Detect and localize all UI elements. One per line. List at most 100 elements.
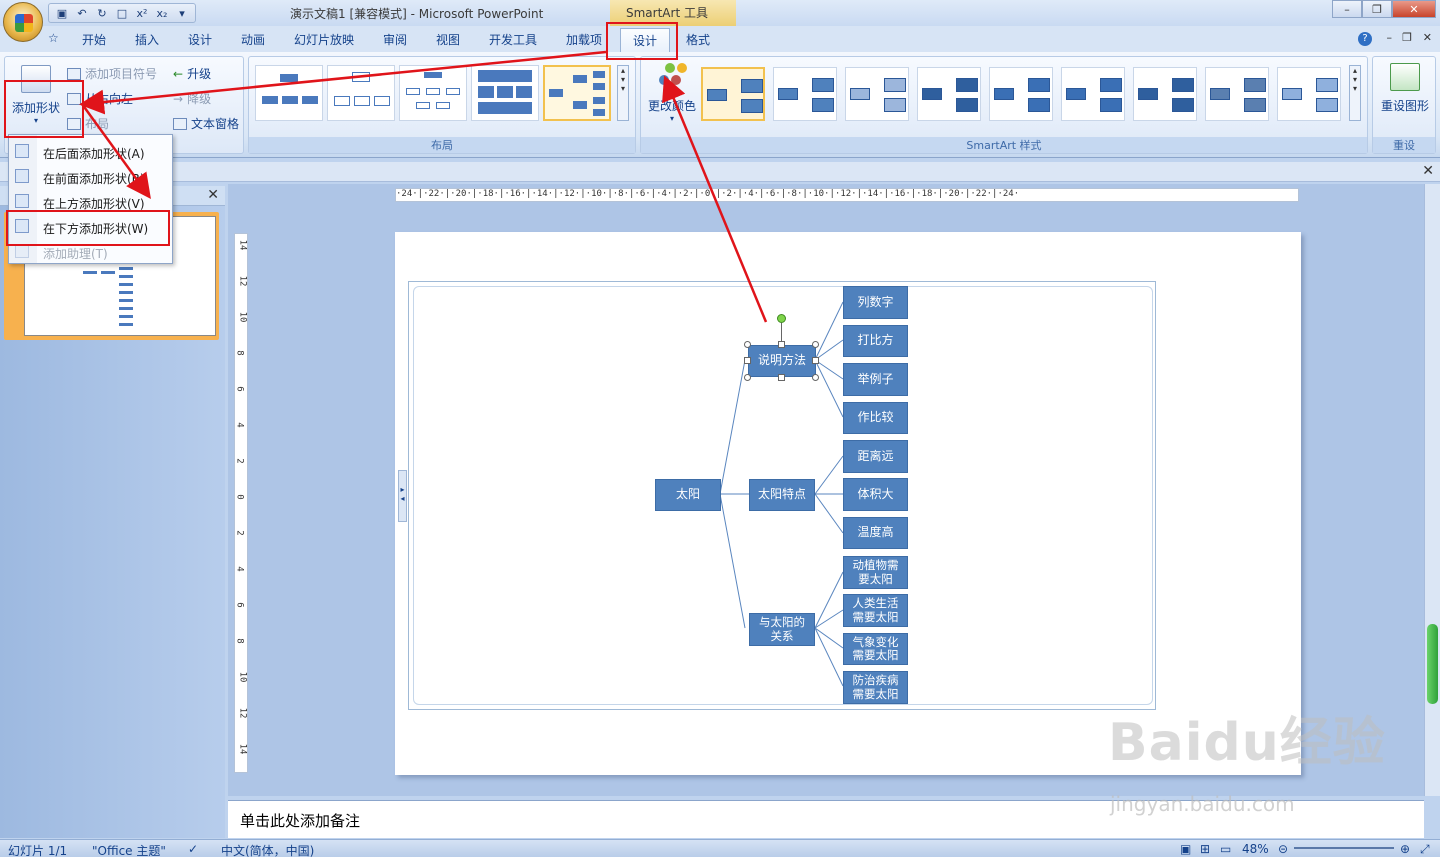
style-option[interactable] bbox=[845, 67, 909, 121]
resize-handle[interactable] bbox=[812, 374, 819, 381]
node-leaf[interactable]: 列数字 bbox=[843, 286, 908, 319]
resize-handle[interactable] bbox=[744, 357, 751, 364]
slide-sorter-icon[interactable]: ⊞ bbox=[1200, 842, 1210, 856]
tab-smartart-format[interactable]: 格式 bbox=[686, 31, 710, 48]
ruler-v-label: 14 bbox=[237, 743, 248, 755]
normal-view-icon[interactable]: ▣ bbox=[1180, 842, 1191, 856]
node-leaf[interactable]: 动植物需要太阳 bbox=[843, 556, 908, 589]
zoom-out-icon[interactable]: ⊝ bbox=[1278, 842, 1288, 856]
tab-view[interactable]: 视图 bbox=[436, 31, 460, 48]
tab-insert[interactable]: 插入 bbox=[135, 31, 159, 48]
resize-handle[interactable] bbox=[812, 341, 819, 348]
office-button[interactable] bbox=[3, 2, 43, 42]
promote-arrow-icon: ← bbox=[173, 66, 184, 81]
customize-qat-icon[interactable]: ▾ bbox=[173, 5, 191, 21]
zoom-slider[interactable] bbox=[1294, 847, 1394, 849]
tab-addins[interactable]: 加载项 bbox=[566, 31, 602, 48]
node-level1[interactable]: 太阳特点 bbox=[749, 479, 815, 511]
save-icon[interactable]: ▣ bbox=[53, 5, 71, 21]
restore-icon[interactable]: ❐ bbox=[1362, 0, 1392, 18]
resize-handle[interactable] bbox=[744, 374, 751, 381]
node-leaf[interactable]: 体积大 bbox=[843, 478, 908, 511]
layout-option[interactable] bbox=[327, 65, 395, 121]
tab-home[interactable]: 开始 bbox=[82, 31, 106, 48]
style-option[interactable] bbox=[989, 67, 1053, 121]
resize-handle[interactable] bbox=[744, 341, 751, 348]
node-leaf[interactable]: 人类生活需要太阳 bbox=[843, 594, 908, 627]
spellcheck-icon[interactable]: ✓ bbox=[188, 842, 198, 856]
styles-group-label: SmartArt 样式 bbox=[641, 137, 1367, 153]
print-preview-icon[interactable]: □ bbox=[113, 5, 131, 21]
style-option[interactable] bbox=[1061, 67, 1125, 121]
layout-option-selected[interactable] bbox=[543, 65, 611, 121]
close-icon[interactable]: ✕ bbox=[207, 187, 219, 203]
slideshow-icon[interactable]: ▭ bbox=[1220, 842, 1231, 856]
minimize-icon[interactable]: – bbox=[1332, 0, 1362, 18]
style-option[interactable] bbox=[773, 67, 837, 121]
add-above-icon bbox=[15, 194, 29, 208]
tab-slideshow[interactable]: 幻灯片放映 bbox=[294, 31, 354, 48]
style-option[interactable] bbox=[1205, 67, 1269, 121]
node-leaf[interactable]: 作比较 bbox=[843, 402, 908, 434]
ruler-v-label: 14 bbox=[237, 239, 248, 251]
layout-gallery-scroll[interactable]: ▴ ▾ ▾ bbox=[617, 65, 629, 121]
node-leaf[interactable]: 举例子 bbox=[843, 363, 908, 396]
resize-handle[interactable] bbox=[812, 357, 819, 364]
style-option-selected[interactable] bbox=[701, 67, 765, 121]
layout-option[interactable] bbox=[399, 65, 467, 121]
scrollbar-thumb[interactable] bbox=[1427, 624, 1438, 704]
ribbon-restore-icon[interactable]: ❐ bbox=[1402, 31, 1412, 44]
node-leaf[interactable]: 距离远 bbox=[843, 440, 908, 473]
node-leaf[interactable]: 温度高 bbox=[843, 517, 908, 549]
close-icon[interactable]: ✕ bbox=[1392, 0, 1436, 18]
text-pane-toggle[interactable]: ▸ ◂ bbox=[398, 470, 407, 522]
promote-label: 升级 bbox=[187, 67, 212, 81]
menu-item-label: 在上方添加形状(V) bbox=[43, 197, 145, 211]
text-pane-label: 文本窗格 bbox=[191, 117, 240, 131]
fit-window-icon[interactable]: ⤢ bbox=[1420, 842, 1430, 857]
menu-add-shape-before[interactable]: 在前面添加形状(B) bbox=[9, 164, 172, 188]
resize-handle[interactable] bbox=[778, 341, 785, 348]
ribbon-minimize-icon[interactable]: – bbox=[1387, 31, 1393, 44]
ruler-v-label: 8 bbox=[234, 638, 245, 644]
layout-option[interactable] bbox=[471, 65, 539, 121]
reset-graphic-button[interactable]: 重设图形 bbox=[1375, 63, 1435, 114]
subscript-icon[interactable]: x₂ bbox=[153, 5, 171, 21]
promote-button[interactable]: ← 升级 bbox=[173, 65, 211, 82]
node-level1[interactable]: 与太阳的关系 bbox=[749, 613, 815, 646]
ruler-v-label: 2 bbox=[234, 530, 245, 536]
node-leaf[interactable]: 打比方 bbox=[843, 325, 908, 357]
demote-button[interactable]: → 降级 bbox=[173, 90, 211, 107]
highlight-add-shape bbox=[4, 80, 84, 138]
vertical-scrollbar[interactable] bbox=[1424, 184, 1440, 796]
notes-placeholder: 单击此处添加备注 bbox=[240, 812, 361, 830]
zoom-level[interactable]: 48% bbox=[1242, 842, 1269, 856]
node-leaf[interactable]: 气象变化需要太阳 bbox=[843, 633, 908, 665]
node-leaf[interactable]: 防治疾病需要太阳 bbox=[843, 671, 908, 704]
menu-add-shape-after[interactable]: 在后面添加形状(A) bbox=[9, 139, 172, 163]
superscript-icon[interactable]: x² bbox=[133, 5, 151, 21]
rotation-handle[interactable] bbox=[777, 314, 786, 323]
style-option[interactable] bbox=[1133, 67, 1197, 121]
style-option[interactable] bbox=[1277, 67, 1341, 121]
help-icon[interactable]: ? bbox=[1358, 32, 1372, 46]
redo-icon[interactable]: ↻ bbox=[93, 5, 111, 21]
resize-handle[interactable] bbox=[778, 374, 785, 381]
zoom-in-icon[interactable]: ⊕ bbox=[1400, 842, 1410, 856]
text-pane-button[interactable]: 文本窗格 bbox=[173, 115, 239, 132]
node-root[interactable]: 太阳 bbox=[655, 479, 721, 511]
undo-icon[interactable]: ↶ bbox=[73, 5, 91, 21]
right-to-left-label: 从右向左 bbox=[85, 92, 134, 106]
tab-animations[interactable]: 动画 bbox=[241, 31, 265, 48]
demote-arrow-icon: → bbox=[173, 91, 184, 106]
ribbon-close-icon[interactable]: ✕ bbox=[1423, 31, 1432, 44]
style-option[interactable] bbox=[917, 67, 981, 121]
change-colors-button[interactable]: 更改颜色 ▾ bbox=[645, 63, 699, 123]
close-icon[interactable]: ✕ bbox=[1422, 163, 1434, 179]
layout-option[interactable] bbox=[255, 65, 323, 121]
tab-review[interactable]: 审阅 bbox=[383, 31, 407, 48]
tab-developer[interactable]: 开发工具 bbox=[489, 31, 537, 48]
tab-design[interactable]: 设计 bbox=[188, 31, 212, 48]
style-gallery-scroll[interactable]: ▴ ▾ ▾ bbox=[1349, 65, 1361, 121]
node-level1-selected[interactable]: 说明方法 bbox=[748, 345, 816, 377]
